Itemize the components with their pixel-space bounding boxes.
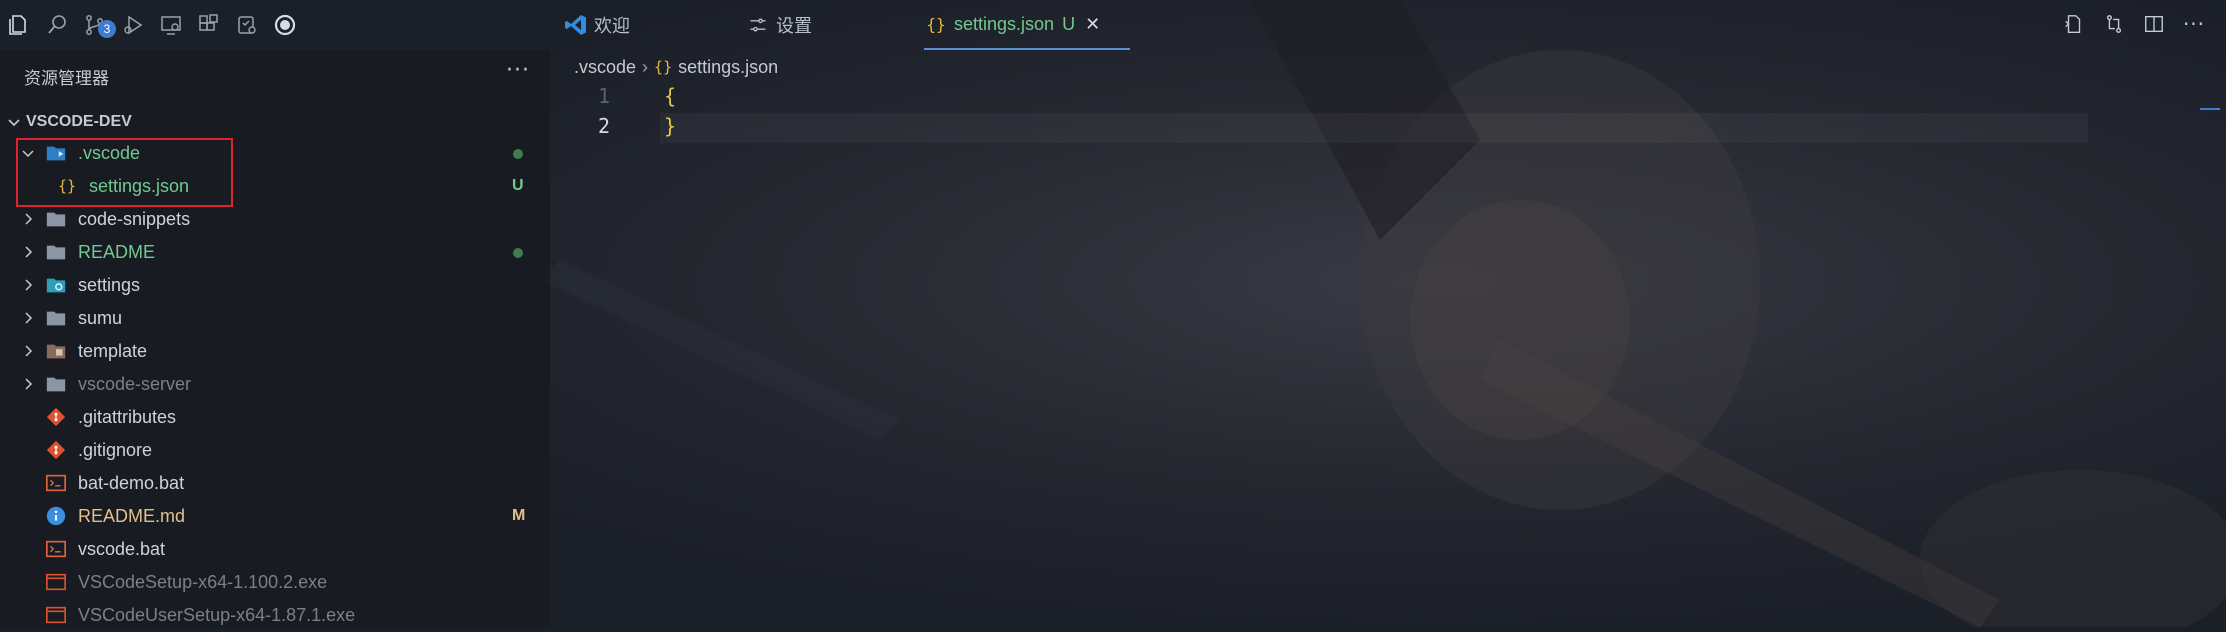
- code-line[interactable]: {: [664, 84, 676, 108]
- line-number: 2: [597, 114, 610, 138]
- modified-dot: [513, 149, 523, 159]
- git-status-badge: M: [512, 507, 526, 524]
- tree-item-label: bat-demo.bat: [78, 473, 185, 493]
- tree-item-label: vscode.bat: [78, 539, 166, 559]
- chevron-right-icon[interactable]: [20, 343, 36, 359]
- tree-item[interactable]: .gitattributes: [0, 401, 550, 434]
- search-icon[interactable]: [38, 0, 76, 50]
- tab-status: U: [1062, 13, 1076, 34]
- terminal-icon: [45, 472, 67, 494]
- code-line[interactable]: }: [664, 114, 676, 138]
- template-folder-icon: [45, 340, 67, 362]
- chevron-right-icon[interactable]: [20, 310, 36, 326]
- tab-label: 设置: [776, 16, 812, 36]
- tree-item-label: VSCodeUserSetup-x64-1.87.1.exe: [78, 605, 356, 625]
- line-number: 1: [597, 84, 610, 108]
- workspace-section-header[interactable]: VSCODE-DEV: [6, 110, 132, 134]
- minimap-cursor-marker: [2200, 108, 2220, 110]
- open-settings-json-icon[interactable]: [2062, 12, 2086, 36]
- tree-item[interactable]: VSCodeSetup-x64-1.100.2.exe: [0, 566, 550, 599]
- tree-item[interactable]: VSCodeUserSetup-x64-1.87.1.exe: [0, 599, 550, 632]
- tree-item-label: README: [78, 242, 156, 262]
- more-actions-icon[interactable]: ···: [2182, 12, 2206, 36]
- sidebar-title: 资源管理器: [24, 69, 109, 88]
- extensions-icon[interactable]: [190, 0, 228, 50]
- exe-icon: [45, 571, 67, 593]
- folder-icon: [45, 241, 67, 263]
- compare-changes-icon[interactable]: [2102, 12, 2126, 36]
- tree-item[interactable]: vscode-server: [0, 368, 550, 401]
- close-icon[interactable]: ✕: [1085, 14, 1100, 35]
- folder-icon: [45, 307, 67, 329]
- code-editor[interactable]: 1 { 2 }: [550, 84, 2226, 627]
- run-debug-icon[interactable]: [114, 0, 152, 50]
- more-actions-button[interactable]: ···: [506, 58, 530, 83]
- terminal-icon: [45, 538, 67, 560]
- breadcrumb: .vscode › {} settings.json: [574, 54, 778, 80]
- chevron-right-icon[interactable]: [20, 244, 36, 260]
- tree-item[interactable]: template: [0, 335, 550, 368]
- tree-item-label: template: [78, 341, 148, 361]
- settings-folder-icon: [45, 274, 67, 296]
- folder-icon: [45, 208, 67, 230]
- folder-icon: [45, 373, 67, 395]
- split-editor-icon[interactable]: [2142, 12, 2166, 36]
- tree-item[interactable]: settings: [0, 269, 550, 302]
- tree-item-label: .gitignore: [78, 440, 153, 460]
- activity-bar: 3: [0, 0, 550, 50]
- chevron-right-icon: ›: [642, 56, 649, 77]
- tree-item[interactable]: bat-demo.bat: [0, 467, 550, 500]
- exe-icon: [45, 604, 67, 626]
- remote-explorer-icon[interactable]: [152, 0, 190, 50]
- copilot-icon[interactable]: [266, 0, 304, 50]
- current-line-highlight: [660, 113, 2088, 143]
- chevron-right-icon[interactable]: [20, 277, 36, 293]
- tree-item[interactable]: .gitignore: [0, 434, 550, 467]
- tree-item-label: sumu: [78, 308, 123, 328]
- tree-item-label: settings: [78, 275, 141, 295]
- tree-item-label: code-snippets: [78, 209, 191, 229]
- tab-label: settings.json: [954, 13, 1055, 34]
- settings-sliders-icon: [746, 13, 770, 37]
- workspace-name: VSCODE-DEV: [26, 113, 132, 130]
- editor-actions: ···: [2062, 12, 2206, 36]
- explorer-icon[interactable]: [0, 0, 38, 50]
- tree-item-label: README.md: [78, 506, 186, 526]
- modified-dot: [513, 248, 523, 258]
- json-braces-icon: {}: [654, 58, 673, 76]
- git-status-badge: U: [512, 177, 524, 194]
- highlight-annotation: [16, 138, 233, 207]
- chevron-down-icon: [8, 119, 20, 127]
- tree-item[interactable]: sumu: [0, 302, 550, 335]
- tree-item-label: .gitattributes: [78, 407, 177, 427]
- git-icon: [45, 439, 67, 461]
- tree-item[interactable]: README.md M: [0, 500, 550, 533]
- source-control-icon[interactable]: 3: [76, 0, 116, 50]
- tree-item-label: vscode-server: [78, 374, 192, 394]
- tree-item-label: VSCodeSetup-x64-1.100.2.exe: [78, 572, 328, 592]
- tab-settings-json[interactable]: {} settings.json U ✕: [924, 0, 1130, 50]
- tab-welcome[interactable]: 欢迎: [564, 0, 724, 50]
- tab-settings[interactable]: 设置: [746, 0, 906, 50]
- tree-item[interactable]: code-snippets: [0, 203, 550, 236]
- tab-bar: 欢迎 设置 {} settings.json U ✕ ···: [550, 0, 2226, 50]
- breadcrumb-file[interactable]: settings.json: [678, 57, 778, 78]
- tree-item[interactable]: vscode.bat: [0, 533, 550, 566]
- tab-label: 欢迎: [594, 16, 630, 36]
- testing-icon[interactable]: [228, 0, 266, 50]
- breadcrumb-folder[interactable]: .vscode: [574, 57, 636, 78]
- chevron-right-icon[interactable]: [20, 211, 36, 227]
- tree-item[interactable]: README: [0, 236, 550, 269]
- git-icon: [45, 406, 67, 428]
- explorer-sidebar: 资源管理器 ··· VSCODE-DEV .vscode{} settings.j…: [0, 50, 550, 627]
- json-braces-icon: {}: [926, 14, 946, 34]
- chevron-right-icon[interactable]: [20, 376, 36, 392]
- vscode-logo-icon: [564, 13, 588, 37]
- info-icon: [45, 505, 67, 527]
